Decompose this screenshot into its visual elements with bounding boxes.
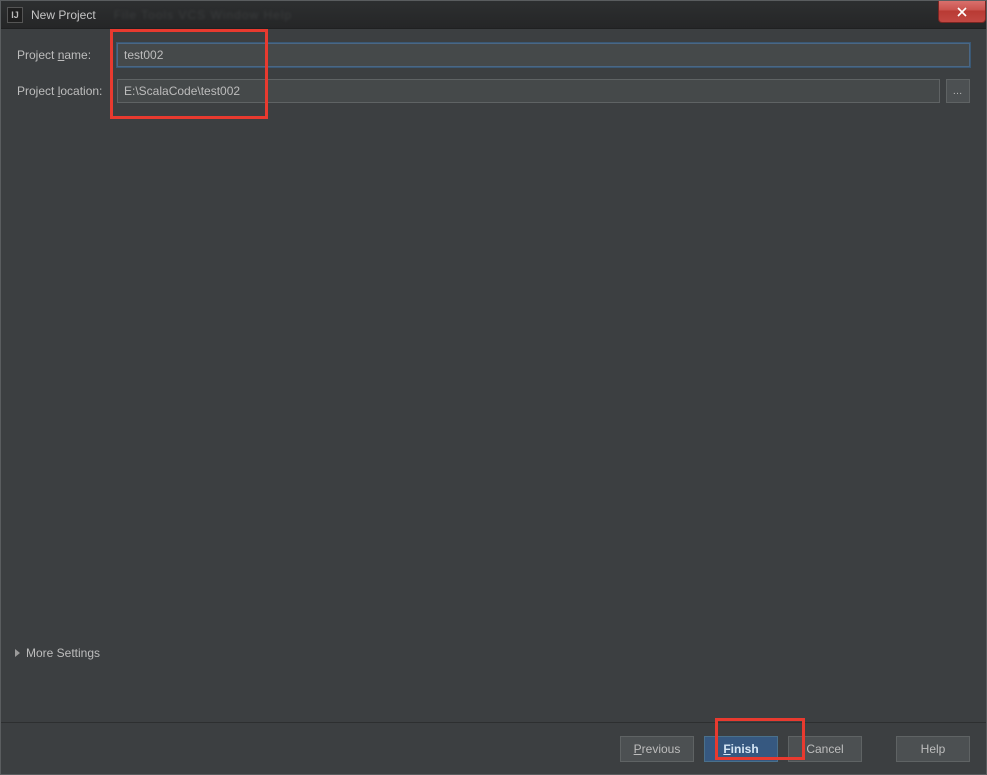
browse-button[interactable]: … — [946, 79, 970, 103]
window-title: New Project — [31, 8, 96, 22]
project-name-label: Project name: — [17, 48, 117, 62]
more-settings-label: More Settings — [26, 646, 100, 660]
button-label: inish — [731, 742, 759, 756]
help-button[interactable]: Help — [896, 736, 970, 762]
button-mnemonic: F — [723, 742, 730, 756]
project-location-input[interactable] — [117, 79, 940, 103]
finish-button[interactable]: Finish — [704, 736, 778, 762]
ellipsis-icon: … — [953, 86, 964, 97]
close-icon — [956, 7, 968, 17]
new-project-dialog: IJ New Project File Tools VCS Window Hel… — [0, 0, 987, 775]
project-location-label: Project location: — [17, 84, 117, 98]
dialog-footer: Previous Finish Cancel Help — [1, 722, 986, 774]
project-name-input[interactable] — [117, 43, 970, 67]
button-label: revious — [642, 742, 681, 756]
label-text: Project — [17, 84, 58, 98]
chevron-right-icon — [15, 649, 20, 657]
button-label: Help — [921, 742, 946, 756]
project-name-row: Project name: — [17, 43, 970, 67]
background-menu-blur: File Tools VCS Window Help — [114, 8, 293, 22]
label-text: ocation: — [60, 84, 102, 98]
close-button[interactable] — [938, 1, 986, 23]
project-location-row: Project location: … — [17, 79, 970, 103]
button-mnemonic: P — [634, 742, 642, 756]
cancel-button[interactable]: Cancel — [788, 736, 862, 762]
button-label: Cancel — [806, 742, 843, 756]
dialog-content: Project name: Project location: … More S… — [1, 29, 986, 722]
more-settings-toggle[interactable]: More Settings — [15, 646, 100, 660]
app-icon: IJ — [7, 7, 23, 23]
previous-button[interactable]: Previous — [620, 736, 694, 762]
label-text: Project — [17, 48, 58, 62]
label-text: ame: — [64, 48, 91, 62]
titlebar: IJ New Project File Tools VCS Window Hel… — [1, 1, 986, 29]
